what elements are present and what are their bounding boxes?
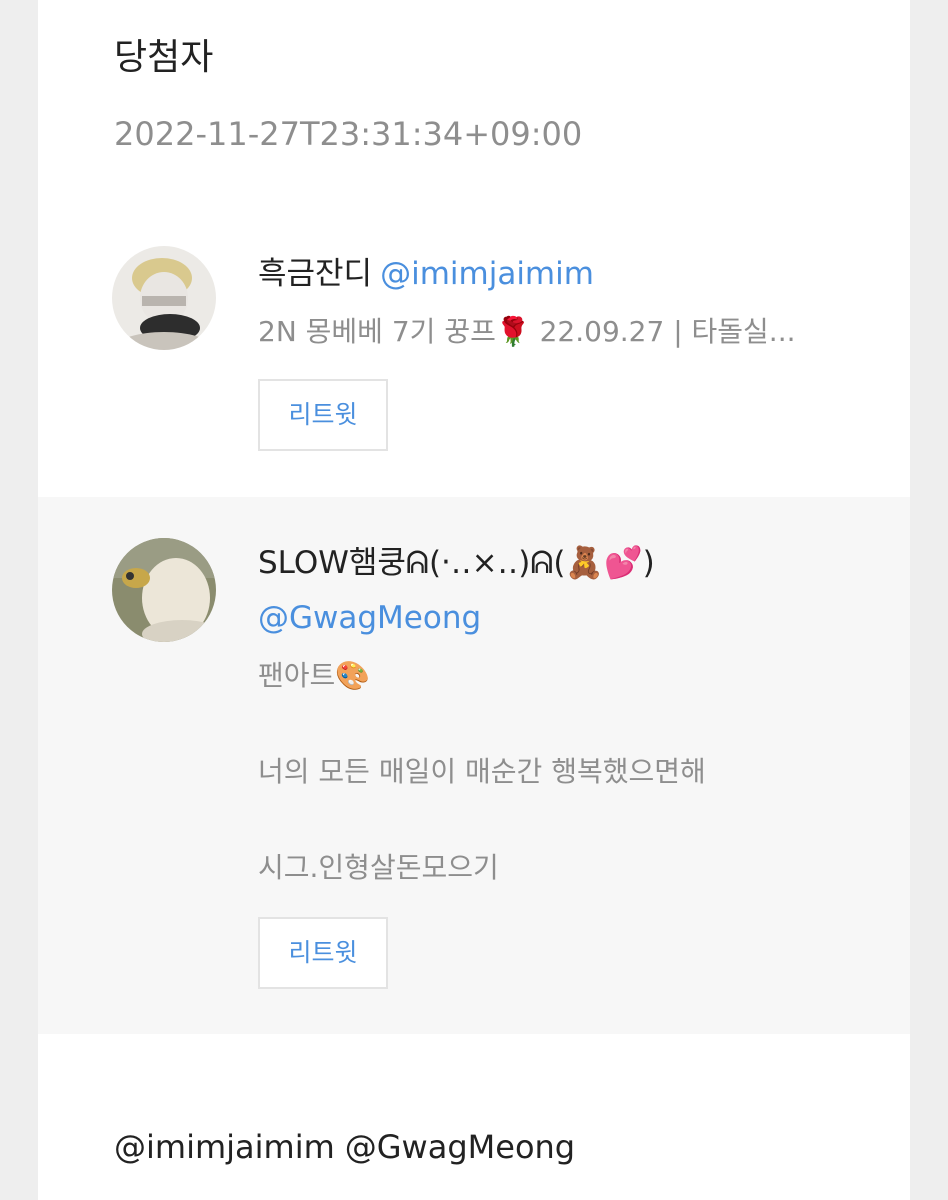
winner-row: 흑금잔디 @imimjaimim 2N 몽베베 7기 꿍프🌹 22.09.27 |… [38,226,910,496]
bio-line: 너의 모든 매일이 매순간 행복했으면해 [258,755,706,788]
display-name: 흑금잔디 [258,256,373,292]
mention-text: @imimjaimim [114,1128,335,1166]
avatar-photo-icon [112,538,216,642]
timestamp: 2022-11-27T23:31:34+09:00 [114,115,583,153]
user-handle-link[interactable]: @GwagMeong [258,596,481,640]
bio-line [258,700,706,748]
mention-text: @GwagMeong [344,1128,576,1166]
bio-line: 팬아트🎨 [258,659,371,692]
user-bio: 2N 몽베베 7기 꿍프🌹 22.09.27 | 타돌실... [258,310,838,358]
user-bio: 팬아트🎨 너의 모든 매일이 매순간 행복했으면해 시그.인형살돈모으기 [258,652,706,892]
display-name: SLOW햄쿵ᕱ(‧‥×‥)ᕱ(🧸💕) [258,545,655,581]
retweet-button[interactable]: 리트윗 [258,917,388,989]
mention-list: @imimjaimim @GwagMeong [114,1124,575,1170]
avatar[interactable] [112,246,216,350]
bio-line: 시그.인형살돈모으기 [258,851,499,884]
retweet-button[interactable]: 리트윗 [258,379,388,451]
bio-line: 2N 몽베베 7기 꿍프🌹 22.09.27 | 타돌실... [258,315,796,348]
bio-line [258,796,706,844]
page-title: 당첨자 [114,37,214,78]
user-handle-link[interactable]: @imimjaimim [380,256,594,292]
winners-card: 당첨자 2022-11-27T23:31:34+09:00 흑금잔디 @imimj… [38,0,910,1200]
display-name-line: 흑금잔디 @imimjaimim [258,252,594,296]
winner-row: SLOW햄쿵ᕱ(‧‥×‥)ᕱ(🧸💕) @GwagMeong 팬아트🎨 너의 모든… [38,497,910,1034]
avatar-photo-icon [112,246,216,350]
avatar[interactable] [112,538,216,642]
